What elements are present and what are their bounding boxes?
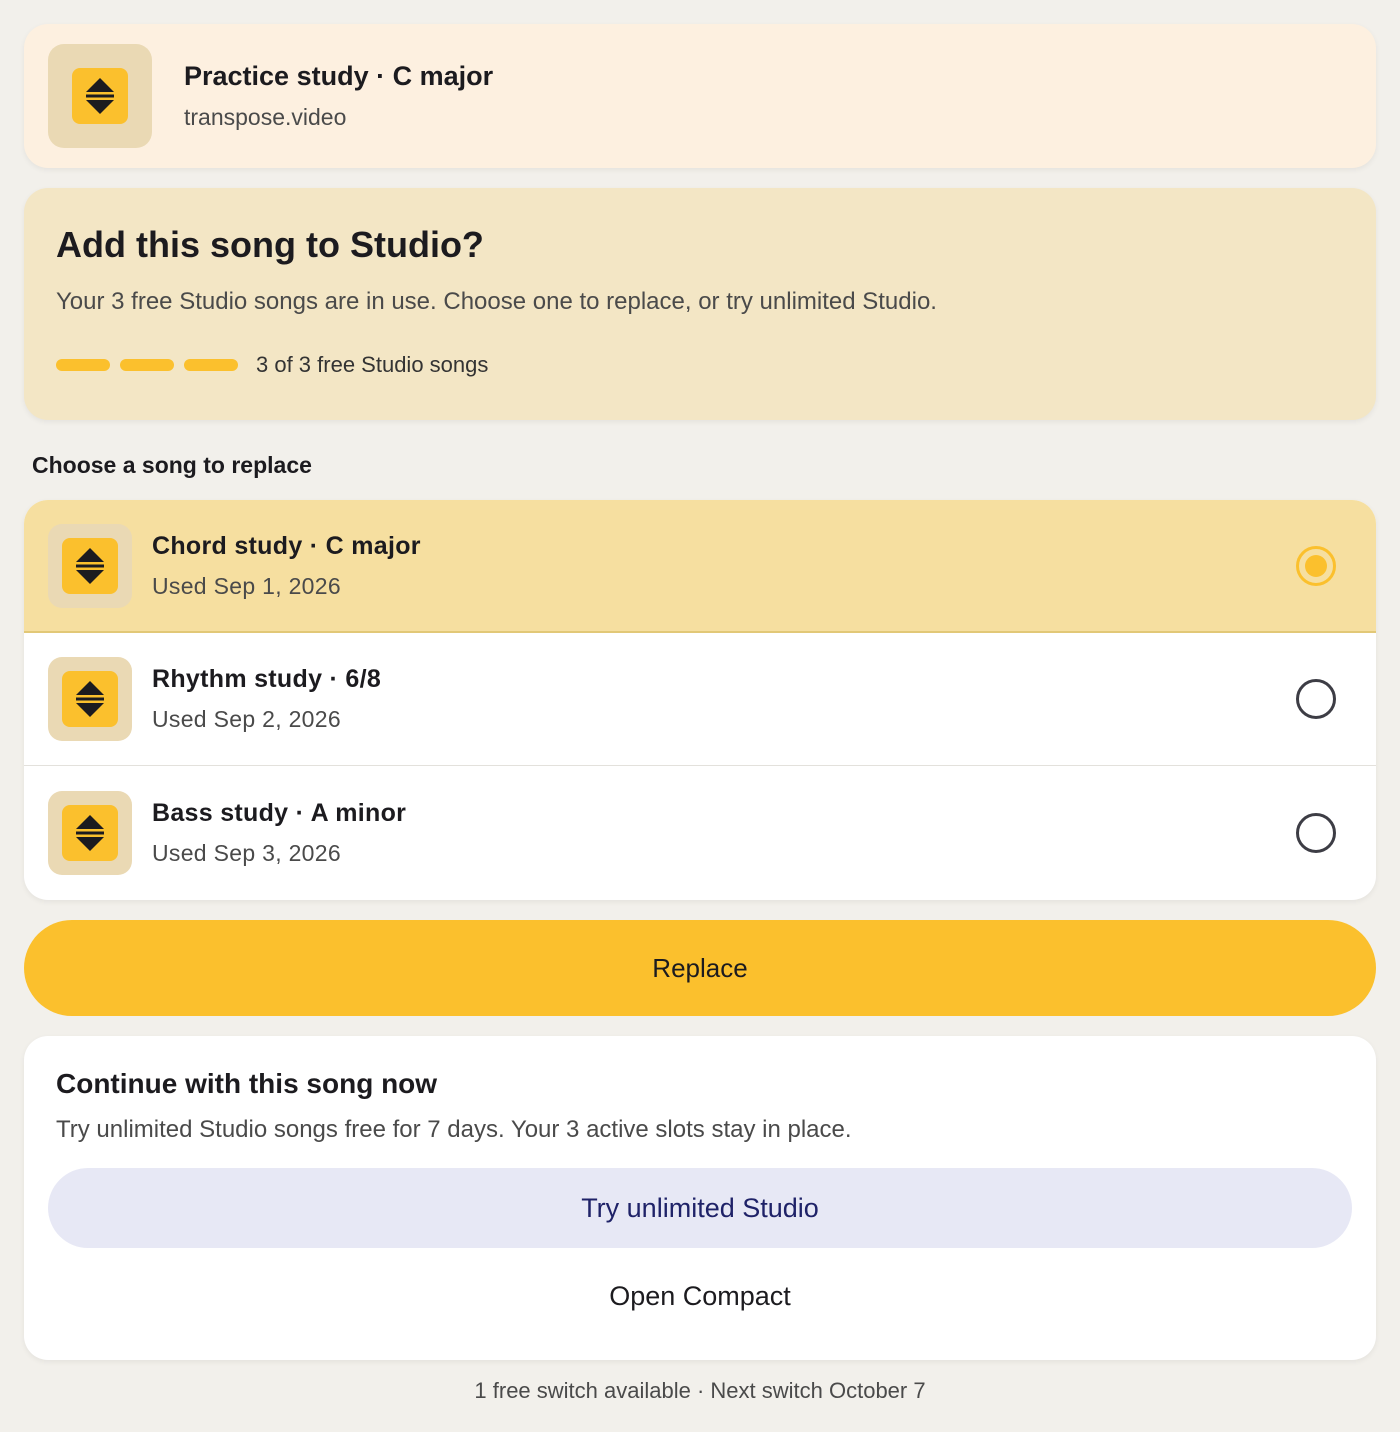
usage-label: 3 of 3 free Studio songs — [256, 352, 489, 377]
usage-pill — [184, 359, 238, 371]
song-option[interactable]: Bass study · A minor Used Sep 3, 2026 — [24, 766, 1376, 899]
try-unlimited-button[interactable]: Try unlimited Studio — [48, 1168, 1352, 1248]
open-compact-button[interactable]: Open Compact — [48, 1268, 1352, 1324]
current-song-source: transpose.video — [184, 104, 347, 130]
song-option-title: Bass study · A minor — [152, 798, 407, 827]
radio-unselected[interactable] — [1296, 679, 1336, 719]
radio-selected[interactable] — [1296, 545, 1336, 586]
song-artwork — [48, 523, 132, 608]
transpose-icon — [62, 804, 118, 861]
song-option-used-date: Used Sep 1, 2026 — [152, 572, 341, 599]
prompt-description: Your 3 free Studio songs are in use. Cho… — [56, 288, 937, 315]
replace-song-list: Chord study · C major Used Sep 1, 2026 R… — [24, 500, 1376, 900]
song-option[interactable]: Rhythm study · 6/8 Used Sep 2, 2026 — [24, 633, 1376, 766]
current-song-title: Practice study · C major — [184, 61, 494, 91]
switch-availability-note: 1 free switch available · Next switch Oc… — [474, 1378, 926, 1403]
usage-pill — [56, 359, 110, 371]
radio-unselected[interactable] — [1296, 812, 1336, 853]
transpose-icon — [62, 537, 118, 594]
transpose-icon — [62, 671, 118, 727]
song-artwork — [48, 657, 132, 741]
continue-title: Continue with this song now — [56, 1068, 438, 1099]
studio-replace-screen: Practice study · C major transpose.video… — [0, 0, 1400, 1432]
replace-button[interactable]: Replace — [24, 920, 1376, 1016]
usage-pill — [120, 359, 174, 371]
song-artwork — [48, 790, 132, 875]
usage-meter: 3 of 3 free Studio songs — [56, 352, 1344, 378]
continue-card: Continue with this song now Try unlimite… — [24, 1036, 1376, 1360]
song-option-used-date: Used Sep 2, 2026 — [152, 706, 341, 732]
song-option-title: Chord study · C major — [152, 531, 421, 560]
transpose-icon — [72, 68, 128, 124]
song-option-title: Rhythm study · 6/8 — [152, 665, 382, 693]
song-option-used-date: Used Sep 3, 2026 — [152, 839, 341, 866]
studio-prompt-card: Add this song to Studio? Your 3 free Stu… — [24, 188, 1376, 420]
replace-section-label: Choose a song to replace — [32, 452, 312, 478]
song-artwork — [48, 44, 152, 148]
continue-description: Try unlimited Studio songs free for 7 da… — [56, 1116, 852, 1143]
current-song-card: Practice study · C major transpose.video — [24, 24, 1376, 168]
song-option[interactable]: Chord study · C major Used Sep 1, 2026 — [24, 500, 1376, 633]
prompt-title: Add this song to Studio? — [56, 224, 484, 265]
